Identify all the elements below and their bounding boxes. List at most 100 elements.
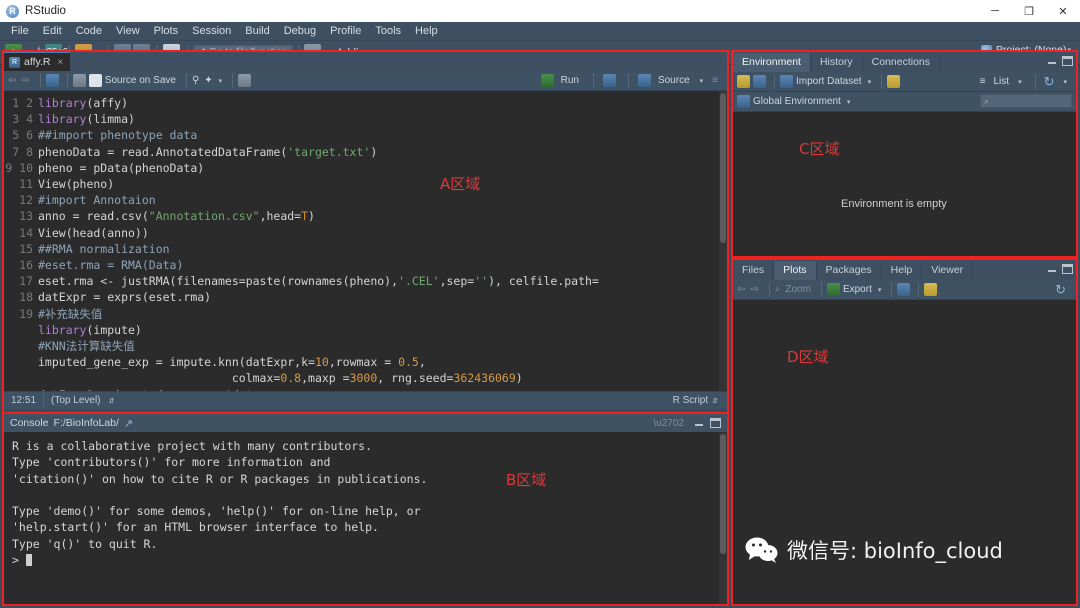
global-environment-selector[interactable]: Global Environment: [753, 96, 841, 107]
open-directory-icon[interactable]: ↗: [124, 417, 133, 430]
scope-caret-icon[interactable]: ▾: [847, 98, 851, 106]
editor-tab-affy-r[interactable]: R affy.R ×: [4, 51, 71, 71]
tab-history[interactable]: History: [811, 53, 863, 72]
tab-files[interactable]: Files: [733, 261, 775, 280]
remove-plot-icon[interactable]: [897, 283, 911, 296]
code-content[interactable]: library(affy) library(limma) ##import phen…: [38, 91, 727, 391]
code-line[interactable]: library(limma): [38, 111, 727, 127]
menu-file[interactable]: File: [4, 23, 36, 40]
tab-packages[interactable]: Packages: [817, 261, 882, 280]
tab-help[interactable]: Help: [882, 261, 923, 280]
refresh-icon[interactable]: ↻: [1044, 74, 1055, 90]
import-dataset-button[interactable]: Import Dataset: [796, 76, 862, 87]
import-dataset-icon[interactable]: [780, 75, 793, 88]
minimize-button[interactable]: ─: [978, 0, 1012, 22]
menu-build[interactable]: Build: [238, 23, 276, 40]
back-icon[interactable]: ⇦: [8, 75, 16, 86]
code-line[interactable]: View(pheno): [38, 176, 727, 192]
save-workspace-icon[interactable]: [753, 75, 766, 88]
clear-plots-icon[interactable]: [924, 283, 938, 296]
code-line[interactable]: colmax=0.8,maxp =3000, rng.seed=36243606…: [38, 370, 727, 386]
code-line[interactable]: library(affy): [38, 95, 727, 111]
menu-help[interactable]: Help: [408, 23, 445, 40]
minimize-icon[interactable]: [1047, 56, 1058, 66]
code-line[interactable]: eset.rma <- justRMA(filenames=paste(rown…: [38, 273, 727, 289]
compile-report-icon[interactable]: [238, 74, 252, 87]
code-line[interactable]: #KNN法计算缺失值: [38, 338, 727, 354]
console-working-directory[interactable]: F:/BioInfoLab/: [54, 417, 119, 429]
tab-plots[interactable]: Plots: [774, 261, 817, 280]
menu-debug[interactable]: Debug: [277, 23, 323, 40]
zoom-icon[interactable]: ⌕: [775, 284, 781, 295]
forward-icon[interactable]: ⇨: [21, 75, 29, 86]
run-button[interactable]: Run: [561, 75, 579, 86]
source-caret-icon[interactable]: ▾: [700, 77, 704, 85]
close-button[interactable]: ✕: [1046, 0, 1080, 22]
code-line[interactable]: imputed_gene_exp = impute.knn(datExpr,k=…: [38, 354, 727, 370]
minimize-icon[interactable]: [694, 418, 705, 428]
code-tools-icon[interactable]: ✦: [204, 75, 212, 86]
tab-connections[interactable]: Connections: [863, 53, 940, 72]
scope-caret-icon[interactable]: ⇵: [109, 397, 115, 405]
code-line[interactable]: pheno = pData(phenoData): [38, 160, 727, 176]
list-view-icon[interactable]: ≡: [980, 76, 986, 87]
code-line[interactable]: #补充缺失值: [38, 306, 727, 322]
refresh-caret-icon[interactable]: ▾: [1063, 78, 1067, 86]
code-line[interactable]: datExpr = exprs(eset.rma): [38, 289, 727, 305]
code-line[interactable]: anno = read.csv("Annotation.csv",head=T): [38, 208, 727, 224]
code-line[interactable]: phenoData = read.AnnotatedDataFrame('tar…: [38, 144, 727, 160]
tab-viewer[interactable]: Viewer: [922, 261, 974, 280]
code-line[interactable]: ##import phenotype data: [38, 127, 727, 143]
maximize-icon[interactable]: [1062, 264, 1073, 274]
export-caret-icon[interactable]: ▾: [878, 286, 882, 294]
save-icon[interactable]: [72, 74, 86, 87]
import-dataset-caret-icon[interactable]: ▾: [868, 78, 872, 86]
close-icon[interactable]: ×: [57, 57, 63, 68]
code-editor-area[interactable]: 1 2 3 4 5 6 7 8 9 10 11 12 13 14 15 16 1…: [4, 91, 727, 391]
menu-profile[interactable]: Profile: [323, 23, 368, 40]
load-workspace-icon[interactable]: [737, 75, 750, 88]
run-icon[interactable]: [540, 74, 554, 87]
rerun-icon[interactable]: [602, 74, 616, 87]
maximize-icon[interactable]: [710, 418, 721, 428]
console-scrollbar[interactable]: [719, 432, 727, 604]
export-button[interactable]: Export: [843, 284, 872, 295]
code-line[interactable]: #eset.rma = RMA(Data): [38, 257, 727, 273]
export-icon[interactable]: [826, 283, 840, 296]
environment-search-input[interactable]: ⌕: [980, 94, 1072, 108]
menu-tools[interactable]: Tools: [368, 23, 408, 40]
source-on-save-checkbox[interactable]: [88, 74, 102, 87]
editor-scrollbar[interactable]: [719, 91, 727, 391]
zoom-button[interactable]: Zoom: [785, 284, 811, 295]
find-icon[interactable]: ⚲: [192, 75, 199, 86]
code-line[interactable]: library(impute): [38, 322, 727, 338]
list-view-caret-icon[interactable]: ▾: [1018, 78, 1022, 86]
document-outline-icon[interactable]: ≡: [712, 75, 718, 86]
previous-plot-icon[interactable]: ⇦: [737, 284, 745, 295]
menu-edit[interactable]: Edit: [36, 23, 69, 40]
refresh-icon[interactable]: ↻: [1055, 282, 1066, 298]
source-button[interactable]: Source: [658, 75, 690, 86]
list-view-button[interactable]: List: [994, 76, 1010, 87]
console-output[interactable]: R is a collaborative project with many c…: [4, 432, 727, 604]
code-line[interactable]: View(head(anno)): [38, 225, 727, 241]
scope-selector[interactable]: (Top Level): [44, 392, 107, 409]
file-type-caret-icon[interactable]: ⇵: [712, 397, 718, 405]
show-document-outline-icon[interactable]: [45, 74, 59, 87]
source-icon[interactable]: [637, 74, 651, 87]
clear-console-icon[interactable]: \u2702: [653, 418, 684, 429]
tab-environment[interactable]: Environment: [733, 53, 811, 72]
console-scrollbar-thumb[interactable]: [720, 434, 726, 554]
menu-view[interactable]: View: [109, 23, 147, 40]
clear-objects-icon[interactable]: [887, 75, 901, 88]
maximize-icon[interactable]: [1062, 56, 1073, 66]
menu-plots[interactable]: Plots: [147, 23, 185, 40]
code-line[interactable]: #import Annotaion: [38, 192, 727, 208]
minimize-icon[interactable]: [1047, 264, 1058, 274]
code-tools-caret-icon[interactable]: ▾: [219, 77, 223, 85]
source-on-save-label[interactable]: Source on Save: [105, 75, 176, 86]
next-plot-icon[interactable]: ⇨: [750, 284, 758, 295]
menu-code[interactable]: Code: [69, 23, 109, 40]
maximize-button[interactable]: ❐: [1012, 0, 1046, 22]
code-line[interactable]: ##RMA normalization: [38, 241, 727, 257]
